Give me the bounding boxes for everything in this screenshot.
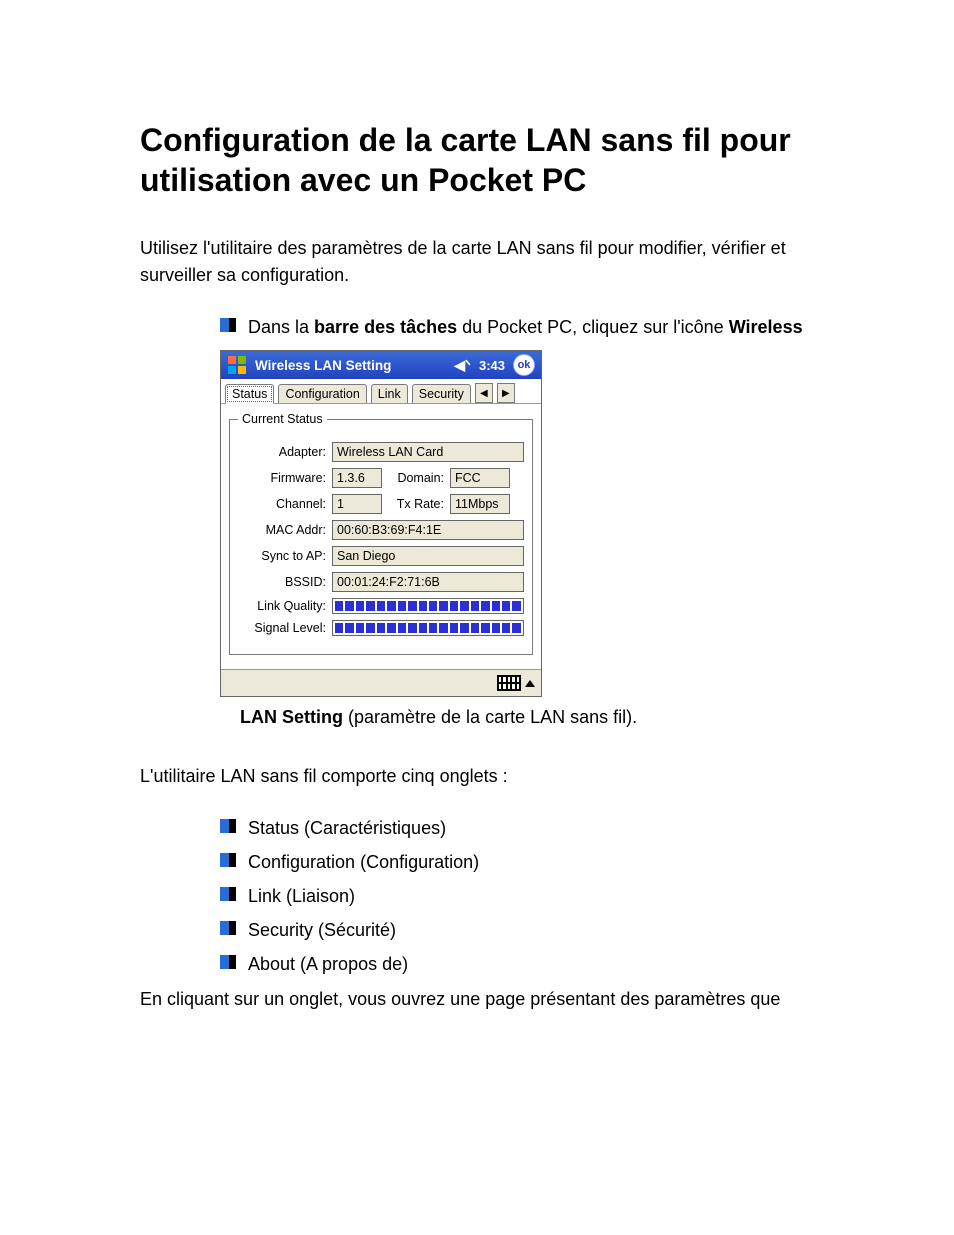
closing-paragraph: En cliquant sur un onglet, vous ouvrez u… (140, 986, 834, 1013)
app-title: Wireless LAN Setting (255, 358, 391, 373)
screenshot-caption: LAN Setting (paramètre de la carte LAN s… (240, 707, 834, 728)
tabs-list-item: About (A propos de) (220, 951, 834, 977)
sync-label: Sync to AP: (238, 549, 332, 563)
step-text: Dans la barre des tâches du Pocket PC, c… (248, 314, 803, 340)
txrate-label: Tx Rate: (382, 497, 450, 511)
start-icon[interactable] (227, 355, 247, 375)
page-title: Configuration de la carte LAN sans fil p… (140, 120, 834, 200)
caption-rest: (paramètre de la carte LAN sans fil). (343, 707, 637, 727)
bullet-icon (220, 853, 236, 867)
domain-label: Domain: (382, 471, 450, 485)
tab-strip: Status Configuration Link Security ◀ ▶ (221, 379, 541, 404)
tab-security[interactable]: Security (412, 384, 471, 403)
bullet-icon (220, 819, 236, 833)
adapter-value: Wireless LAN Card (332, 442, 524, 462)
keyboard-icon[interactable] (497, 675, 521, 691)
sip-bar (221, 669, 541, 696)
tabs-list-item-label: Status (Caractéristiques) (248, 815, 446, 841)
clock[interactable]: 3:43 (479, 358, 505, 373)
link-quality-meter (332, 598, 524, 614)
mac-value: 00:60:B3:69:F4:1E (332, 520, 524, 540)
tabs-list-item: Link (Liaison) (220, 883, 834, 909)
tabs-list-item: Status (Caractéristiques) (220, 815, 834, 841)
bssid-value: 00:01:24:F2:71:6B (332, 572, 524, 592)
ppc-titlebar: Wireless LAN Setting ◀ᐠ 3:43 ok (221, 351, 541, 379)
mac-label: MAC Addr: (238, 523, 332, 537)
tab-scroll-left[interactable]: ◀ (475, 383, 493, 403)
adapter-label: Adapter: (238, 445, 332, 459)
step-bold-2: Wireless (729, 317, 803, 337)
bullet-icon (220, 955, 236, 969)
channel-value: 1 (332, 494, 382, 514)
step-mid: du Pocket PC, cliquez sur l'icône (457, 317, 729, 337)
step-bold-1: barre des tâches (314, 317, 457, 337)
current-status-group: Current Status Adapter: Wireless LAN Car… (229, 412, 533, 655)
tab-link[interactable]: Link (371, 384, 408, 403)
signal-level-label: Signal Level: (238, 621, 332, 635)
channel-label: Channel: (238, 497, 332, 511)
tabs-list-item: Security (Sécurité) (220, 917, 834, 943)
tabs-list-item: Configuration (Configuration) (220, 849, 834, 875)
step-prefix: Dans la (248, 317, 314, 337)
bullet-icon (220, 887, 236, 901)
txrate-value: 11Mbps (450, 494, 510, 514)
firmware-value: 1.3.6 (332, 468, 382, 488)
bullet-icon (220, 318, 236, 332)
tabs-list-item-label: Link (Liaison) (248, 883, 355, 909)
signal-level-meter (332, 620, 524, 636)
tabs-intro: L'utilitaire LAN sans fil comporte cinq … (140, 763, 834, 790)
intro-paragraph: Utilisez l'utilitaire des paramètres de … (140, 235, 834, 289)
tabs-list-item-label: Security (Sécurité) (248, 917, 396, 943)
tabs-bullet-list: Status (Caractéristiques) Configuration (… (220, 815, 834, 977)
tab-status[interactable]: Status (225, 384, 274, 404)
groupbox-legend: Current Status (238, 412, 327, 426)
ppc-body: Current Status Adapter: Wireless LAN Car… (221, 404, 541, 669)
ok-button[interactable]: ok (513, 354, 535, 376)
bssid-label: BSSID: (238, 575, 332, 589)
tab-scroll-right[interactable]: ▶ (497, 383, 515, 403)
bullet-icon (220, 921, 236, 935)
link-quality-label: Link Quality: (238, 599, 332, 613)
tabs-list-item-label: Configuration (Configuration) (248, 849, 479, 875)
step-bullet: Dans la barre des tâches du Pocket PC, c… (220, 314, 834, 340)
tabs-list-item-label: About (A propos de) (248, 951, 408, 977)
tab-configuration[interactable]: Configuration (278, 384, 366, 403)
pocketpc-screenshot: Wireless LAN Setting ◀ᐠ 3:43 ok Status C… (220, 350, 542, 697)
volume-icon[interactable]: ◀ᐠ (454, 357, 471, 374)
sync-value: San Diego (332, 546, 524, 566)
firmware-label: Firmware: (238, 471, 332, 485)
domain-value: FCC (450, 468, 510, 488)
caption-bold: LAN Setting (240, 707, 343, 727)
sip-menu-up-icon[interactable] (525, 680, 535, 687)
